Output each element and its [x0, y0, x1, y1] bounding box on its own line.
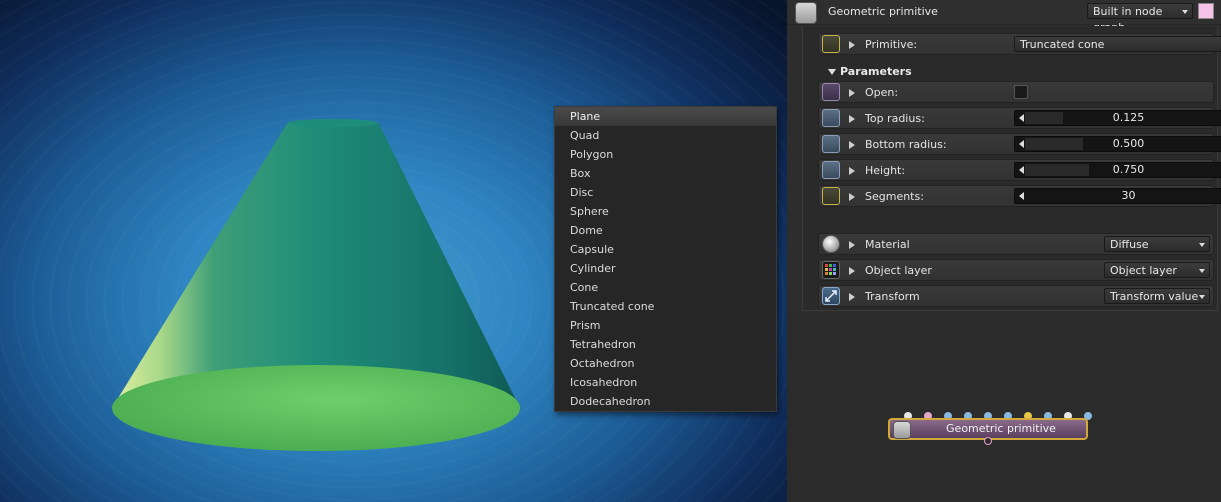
transform-row[interactable]: Transform Transform value — [818, 285, 1214, 307]
graph-mode-select[interactable]: Built in node graph — [1087, 3, 1193, 34]
transform-select[interactable]: Transform value — [1104, 288, 1210, 304]
chevron-down-icon — [1199, 295, 1205, 299]
primitive-menu-item[interactable]: Disc — [555, 183, 776, 202]
primitive-menu-item[interactable]: Tetrahedron — [555, 335, 776, 354]
cone-base — [112, 365, 520, 451]
primitive-menu-item[interactable]: Truncated cone — [555, 297, 776, 316]
chevron-down-icon — [1199, 243, 1205, 247]
segments-slider[interactable]: 30 — [1014, 188, 1221, 204]
primitive-label: Primitive: — [865, 38, 918, 51]
geometric-primitive-node-icon — [893, 421, 911, 439]
open-checkbox[interactable] — [1014, 85, 1028, 99]
int-pin-icon — [822, 187, 840, 205]
bottom-radius-value: 0.500 — [1112, 137, 1145, 150]
primitive-select[interactable]: Truncated cone — [1014, 36, 1221, 52]
parameters-group-title[interactable]: Parameters — [840, 65, 912, 78]
transform-value: Transform value — [1110, 290, 1199, 303]
material-row[interactable]: Material Diffuse — [818, 233, 1214, 255]
float-pin-icon — [822, 161, 840, 179]
chevron-down-icon — [1182, 10, 1188, 14]
primitive-menu-item[interactable]: Cylinder — [555, 259, 776, 278]
primitive-menu-item[interactable]: Polygon — [555, 145, 776, 164]
bottom-radius-label: Bottom radius: — [865, 138, 947, 151]
top-radius-row[interactable]: Top radius: 0.125 — [818, 107, 1221, 129]
primitive-row[interactable]: Primitive: Truncated cone — [818, 33, 1221, 55]
primitive-menu-item[interactable]: Dodecahedron — [555, 392, 776, 411]
expand-arrow-icon[interactable] — [849, 115, 855, 123]
node-color-swatch[interactable] — [1198, 3, 1214, 19]
expand-arrow-icon[interactable] — [849, 267, 855, 275]
material-label: Material — [865, 238, 910, 251]
node-label: Geometric primitive — [946, 422, 1056, 435]
render-viewport[interactable]: Plane Quad Polygon Box Disc Sphere Dome Capsule… — [0, 0, 787, 502]
float-pin-icon — [822, 109, 840, 127]
enum-pin-icon — [822, 35, 840, 53]
cone-top-cap — [288, 119, 378, 127]
expand-arrow-icon[interactable] — [849, 193, 855, 201]
object-layer-row[interactable]: Object layer Object layer — [818, 259, 1214, 281]
bottom-radius-slider[interactable]: 0.500 — [1014, 136, 1221, 152]
expand-arrow-icon[interactable] — [849, 89, 855, 97]
expand-arrow-icon[interactable] — [849, 141, 855, 149]
transform-label: Transform — [865, 290, 920, 303]
expand-arrow-icon[interactable] — [849, 241, 855, 249]
primitive-dropdown-list[interactable]: Plane Quad Polygon Box Disc Sphere Dome Capsule… — [554, 106, 777, 412]
primitive-menu-item[interactable]: Prism — [555, 316, 776, 335]
node-title: Geometric primitive — [828, 5, 938, 18]
primitive-menu-item[interactable]: Icosahedron — [555, 373, 776, 392]
top-radius-value: 0.125 — [1112, 111, 1145, 124]
height-value: 0.750 — [1112, 163, 1145, 176]
segments-label: Segments: — [865, 190, 924, 203]
object-layer-select[interactable]: Object layer — [1104, 262, 1210, 278]
primitive-menu-item[interactable]: Octahedron — [555, 354, 776, 373]
primitive-menu-item[interactable]: Cone — [555, 278, 776, 297]
primitive-menu-item[interactable]: Capsule — [555, 240, 776, 259]
primitive-menu-item[interactable]: Quad — [555, 126, 776, 145]
material-select[interactable]: Diffuse — [1104, 236, 1210, 252]
float-pin-icon — [822, 135, 840, 153]
height-slider[interactable]: 0.750 — [1014, 162, 1221, 178]
top-radius-slider[interactable]: 0.125 — [1014, 110, 1221, 126]
primitive-menu-item[interactable]: Plane — [555, 107, 776, 126]
object-layer-value: Object layer — [1110, 264, 1177, 277]
node-output-pin[interactable] — [984, 437, 992, 445]
height-label: Height: — [865, 164, 906, 177]
object-layer-icon — [822, 261, 840, 279]
bottom-radius-row[interactable]: Bottom radius: 0.500 — [818, 133, 1221, 155]
top-radius-label: Top radius: — [865, 112, 925, 125]
expand-arrow-icon[interactable] — [849, 41, 855, 49]
primitive-value: Truncated cone — [1020, 38, 1105, 51]
segments-value: 30 — [1121, 189, 1136, 202]
expand-arrow-icon[interactable] — [849, 293, 855, 301]
open-row[interactable]: Open: — [818, 81, 1214, 103]
object-layer-grid — [825, 264, 836, 275]
transform-arrows-glyph — [825, 290, 837, 302]
primitive-menu-item[interactable]: Sphere — [555, 202, 776, 221]
open-label: Open: — [865, 86, 899, 99]
expand-arrow-icon[interactable] — [849, 167, 855, 175]
primitive-menu-item[interactable]: Dome — [555, 221, 776, 240]
material-sphere-icon — [822, 235, 840, 253]
transform-icon — [822, 287, 840, 305]
chevron-down-icon — [1199, 269, 1205, 273]
object-layer-label: Object layer — [865, 264, 932, 277]
geometric-primitive-node-icon — [795, 2, 817, 24]
boolean-pin-icon — [822, 83, 840, 101]
segments-row[interactable]: Segments: 30 — [818, 185, 1221, 207]
height-row[interactable]: Height: 0.750 — [818, 159, 1221, 181]
collapse-arrow-icon[interactable] — [828, 69, 836, 75]
primitive-menu-item[interactable]: Box — [555, 164, 776, 183]
inspector-header: Geometric primitive Built in node graph — [787, 0, 1221, 34]
material-value: Diffuse — [1110, 238, 1149, 251]
